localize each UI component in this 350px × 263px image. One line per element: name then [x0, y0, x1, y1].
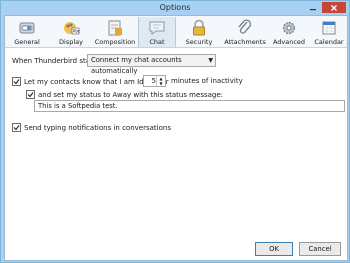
composition-icon [108, 20, 122, 36]
away-label: and set my status to Away with this stat… [38, 90, 224, 99]
tab-advanced[interactable]: Advanced [270, 17, 308, 47]
checkmark-icon [13, 125, 20, 131]
idle-minutes-stepper[interactable]: 5 ▲ ▼ [143, 75, 166, 87]
tab-general[interactable]: General [7, 17, 47, 47]
tab-attachments[interactable]: Attachments [221, 17, 269, 47]
chevron-down-icon: ▼ [208, 57, 213, 64]
minimize-icon [309, 8, 316, 10]
tab-attachments-label: Attachments [224, 38, 266, 46]
tab-chat[interactable]: Chat [138, 17, 176, 47]
startup-dropdown-value: Connect my chat accounts automatically [91, 56, 182, 75]
close-icon [331, 4, 337, 11]
title-bar: Options [1, 1, 349, 15]
away-row: and set my status to Away with this stat… [26, 90, 223, 99]
svg-text:Abc: Abc [73, 29, 80, 34]
gear-switch-icon [19, 22, 35, 34]
minimize-button[interactable] [304, 2, 321, 13]
close-button[interactable] [322, 2, 346, 13]
preferences-toolbar: General Abc Display Composition Chat Sec… [5, 16, 347, 48]
tab-security-label: Security [185, 38, 213, 46]
calendar-icon [322, 21, 336, 35]
tab-calendar[interactable]: Calendar [311, 17, 347, 47]
typing-checkbox[interactable] [12, 123, 21, 132]
paperclip-icon [238, 19, 252, 34]
away-message-value: This is a Softpedia test. [38, 102, 118, 110]
tab-calendar-label: Calendar [314, 38, 344, 46]
startup-dropdown[interactable]: Connect my chat accounts automatically ▼ [87, 54, 216, 75]
display-palette-icon: Abc [64, 22, 80, 35]
chat-bubble-icon [149, 21, 165, 35]
lock-icon [193, 19, 205, 36]
idle-checkbox[interactable] [12, 77, 21, 86]
options-content: General Abc Display Composition Chat Sec… [4, 15, 348, 261]
typing-label: Send typing notifications in conversatio… [24, 123, 171, 132]
tab-display-label: Display [59, 38, 83, 46]
ok-button[interactable]: OK [255, 242, 293, 256]
options-window: Options General Abc Display Composition … [0, 0, 350, 263]
away-message-input[interactable]: This is a Softpedia test. [34, 100, 345, 112]
tab-advanced-label: Advanced [272, 38, 306, 46]
tab-composition-label: Composition [94, 38, 136, 46]
checkmark-icon [27, 92, 34, 98]
cancel-button[interactable]: Cancel [299, 242, 341, 256]
tab-security[interactable]: Security [179, 17, 219, 47]
tab-composition[interactable]: Composition [95, 17, 135, 47]
typing-row: Send typing notifications in conversatio… [12, 123, 171, 132]
stepper-arrows-icon[interactable]: ▲ ▼ [156, 76, 165, 86]
away-checkbox[interactable] [26, 90, 35, 99]
idle-suffix-row: minutes of inactivity [171, 77, 243, 85]
tab-display[interactable]: Abc Display [51, 17, 91, 47]
gears-icon [282, 21, 296, 35]
tab-general-label: General [14, 38, 40, 46]
idle-suffix-label: minutes of inactivity [171, 77, 243, 85]
checkmark-icon [13, 79, 20, 85]
tab-chat-label: Chat [149, 38, 165, 46]
window-title: Options [159, 3, 191, 12]
